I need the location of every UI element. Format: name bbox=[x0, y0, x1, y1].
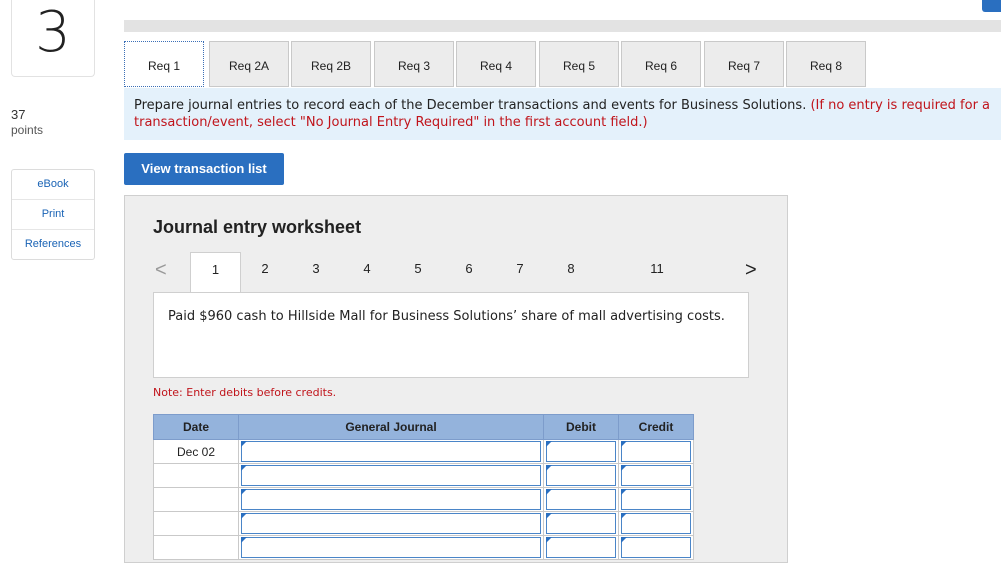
page-8[interactable]: 8 bbox=[557, 252, 585, 292]
next-arrow-icon[interactable]: > bbox=[745, 259, 757, 282]
prev-arrow-icon[interactable]: < bbox=[155, 259, 167, 282]
page-7[interactable]: 7 bbox=[506, 252, 534, 292]
table-row bbox=[153, 463, 694, 488]
tab-req-2a[interactable]: Req 2A bbox=[209, 41, 289, 87]
tab-req-2b[interactable]: Req 2B bbox=[291, 41, 371, 87]
points-value: 37 bbox=[11, 107, 26, 122]
date-cell bbox=[153, 535, 239, 560]
tab-req-8[interactable]: Req 8 bbox=[786, 41, 866, 87]
side-links: eBook Print References bbox=[11, 169, 95, 260]
date-cell: Dec 02 bbox=[153, 439, 239, 464]
journal-table: Date General Journal Debit Credit Dec 02 bbox=[153, 414, 694, 560]
table-row bbox=[153, 511, 694, 536]
corner-button[interactable] bbox=[982, 0, 1001, 12]
print-link[interactable]: Print bbox=[12, 199, 94, 229]
tab-req-3[interactable]: Req 3 bbox=[374, 41, 454, 87]
table-row bbox=[153, 487, 694, 512]
tab-req-6[interactable]: Req 6 bbox=[621, 41, 701, 87]
account-input[interactable] bbox=[241, 465, 541, 486]
transaction-description: Paid $960 cash to Hillside Mall for Busi… bbox=[153, 292, 749, 378]
debit-credit-note: Note: Enter debits before credits. bbox=[153, 386, 337, 399]
page-6[interactable]: 6 bbox=[455, 252, 483, 292]
references-link[interactable]: References bbox=[12, 229, 94, 259]
tab-req-5[interactable]: Req 5 bbox=[539, 41, 619, 87]
page-4[interactable]: 4 bbox=[353, 252, 381, 292]
account-input[interactable] bbox=[241, 513, 541, 534]
date-cell bbox=[153, 487, 239, 512]
date-cell bbox=[153, 463, 239, 488]
credit-input[interactable] bbox=[621, 513, 691, 534]
credit-input[interactable] bbox=[621, 441, 691, 462]
tab-req-1[interactable]: Req 1 bbox=[124, 41, 204, 87]
worksheet-title: Journal entry worksheet bbox=[153, 217, 362, 237]
page-11[interactable]: 11 bbox=[643, 252, 671, 292]
table-row: Dec 02 bbox=[153, 439, 694, 464]
page-3[interactable]: 3 bbox=[302, 252, 330, 292]
question-number-box: 3 bbox=[11, 0, 95, 77]
journal-entry-worksheet: Journal entry worksheet < 1 2 3 4 5 6 7 … bbox=[124, 195, 788, 563]
date-header: Date bbox=[153, 414, 239, 440]
credit-input[interactable] bbox=[621, 489, 691, 510]
tab-req-7[interactable]: Req 7 bbox=[704, 41, 784, 87]
debit-input[interactable] bbox=[546, 441, 616, 462]
question-number: 3 bbox=[35, 0, 71, 65]
page-2[interactable]: 2 bbox=[251, 252, 279, 292]
credit-header: Credit bbox=[618, 414, 694, 440]
transaction-pager: < 1 2 3 4 5 6 7 8 11 > bbox=[125, 252, 789, 292]
date-cell bbox=[153, 511, 239, 536]
view-transaction-list-button[interactable]: View transaction list bbox=[124, 153, 284, 185]
page-1[interactable]: 1 bbox=[190, 252, 241, 292]
table-row bbox=[153, 535, 694, 560]
instructions-text: Prepare journal entries to record each o… bbox=[134, 98, 807, 113]
account-input[interactable] bbox=[241, 441, 541, 462]
debit-input[interactable] bbox=[546, 513, 616, 534]
points-label: points bbox=[11, 123, 44, 137]
credit-input[interactable] bbox=[621, 465, 691, 486]
debit-input[interactable] bbox=[546, 489, 616, 510]
debit-header: Debit bbox=[543, 414, 619, 440]
debit-input[interactable] bbox=[546, 465, 616, 486]
account-input[interactable] bbox=[241, 537, 541, 558]
ebook-link[interactable]: eBook bbox=[12, 170, 94, 199]
progress-bar bbox=[124, 20, 1001, 32]
credit-input[interactable] bbox=[621, 537, 691, 558]
account-input[interactable] bbox=[241, 489, 541, 510]
instructions-banner: Prepare journal entries to record each o… bbox=[124, 88, 1001, 140]
tab-req-4[interactable]: Req 4 bbox=[456, 41, 536, 87]
general-journal-header: General Journal bbox=[238, 414, 544, 440]
debit-input[interactable] bbox=[546, 537, 616, 558]
page-5[interactable]: 5 bbox=[404, 252, 432, 292]
